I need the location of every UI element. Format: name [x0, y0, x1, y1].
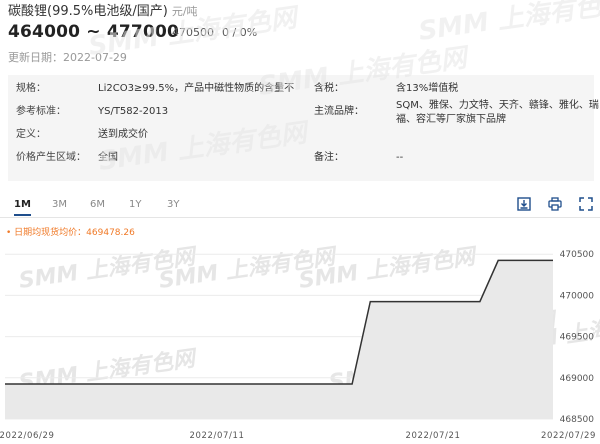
- spec-label-brands: 主流品牌：: [314, 106, 364, 117]
- y-axis: 468500 469000 469500 470000 470500: [560, 250, 595, 425]
- spec-label-remark: 备注：: [314, 152, 344, 163]
- product-title: 碳酸锂(99.5%电池级/国产) 元/吨: [8, 0, 198, 19]
- x-tick-label: 2022/06/29: [0, 431, 55, 441]
- tab-1y[interactable]: 1Y: [129, 193, 141, 216]
- spec-value-brands-1: SQM、雅保、力文特、天齐、赣锋、雅化、瑞: [396, 100, 599, 111]
- legend-text: 日期均现货均价：469478.26: [14, 228, 135, 238]
- price-unit: 元/吨: [171, 5, 198, 18]
- spec-value-region: 全国: [98, 152, 118, 163]
- spec-row-region: 价格产生区域：: [16, 148, 86, 168]
- x-tick-label: 2022/07/29: [541, 431, 596, 441]
- y-tick-label: 469000: [560, 374, 595, 384]
- spec-value-spec: Li2CO3≥99.5%，产品中磁性物质的含量不...: [98, 83, 294, 94]
- update-date: 更新日期：2022-07-29: [8, 51, 127, 64]
- print-icon[interactable]: [548, 197, 562, 211]
- spec-value-definition: 送到成交价: [98, 129, 148, 140]
- watermark-text: SMM 上海有色网: [417, 0, 600, 47]
- spec-value-standard: YS/T582-2013: [98, 106, 169, 117]
- spec-label: 价格产生区域：: [16, 152, 86, 163]
- y-tick-label: 468500: [560, 415, 595, 425]
- spec-panel: 规格： Li2CO3≥99.5%，产品中磁性物质的含量不... 参考标准： YS…: [8, 75, 599, 181]
- tab-3y[interactable]: 3Y: [167, 193, 179, 216]
- spec-row-definition: 定义：: [16, 125, 46, 145]
- spec-row-spec: 规格：: [16, 79, 46, 99]
- price-range: 464000 ~ 477000: [8, 22, 180, 42]
- spec-value-remark: --: [396, 152, 404, 163]
- period-tabs: 1M 3M 6M 1Y 3Y: [0, 193, 600, 218]
- legend-marker: •: [6, 228, 15, 238]
- spec-value-tax: 含13%增值税: [396, 83, 459, 94]
- product-name: 碳酸锂(99.5%电池级/国产): [8, 4, 168, 19]
- price-change: 0 / 0%: [222, 26, 258, 39]
- y-tick-label: 470500: [560, 250, 595, 260]
- download-icon[interactable]: [517, 197, 531, 211]
- spec-label: 规格：: [16, 83, 46, 94]
- tab-3m[interactable]: 3M: [52, 193, 67, 216]
- tab-6m[interactable]: 6M: [90, 193, 105, 216]
- y-tick-label: 469500: [560, 333, 595, 343]
- average-price: 470500: [172, 26, 214, 39]
- x-tick-label: 2022/07/11: [190, 431, 245, 441]
- spec-label: 参考标准：: [16, 106, 66, 117]
- fullscreen-icon[interactable]: [579, 197, 593, 211]
- price-chart: SMM 上海有色网SMM 上海有色网SMM 上海有色网SMM 上海有色网SMM …: [0, 243, 600, 441]
- chart-legend: • 日期均现货均价：469478.26: [6, 225, 135, 238]
- x-axis: 2022/06/29 2022/07/11 2022/07/21 2022/07/29: [0, 431, 596, 441]
- y-tick-label: 470000: [560, 291, 595, 301]
- spec-row-standard: 参考标准：: [16, 102, 66, 122]
- spec-label: 定义：: [16, 129, 46, 140]
- spec-label-tax: 含税：: [314, 83, 344, 94]
- spec-value-brands-2: 福、容汇等厂家旗下品牌: [396, 114, 506, 125]
- tab-1m[interactable]: 1M: [14, 193, 31, 216]
- x-tick-label: 2022/07/21: [406, 431, 461, 441]
